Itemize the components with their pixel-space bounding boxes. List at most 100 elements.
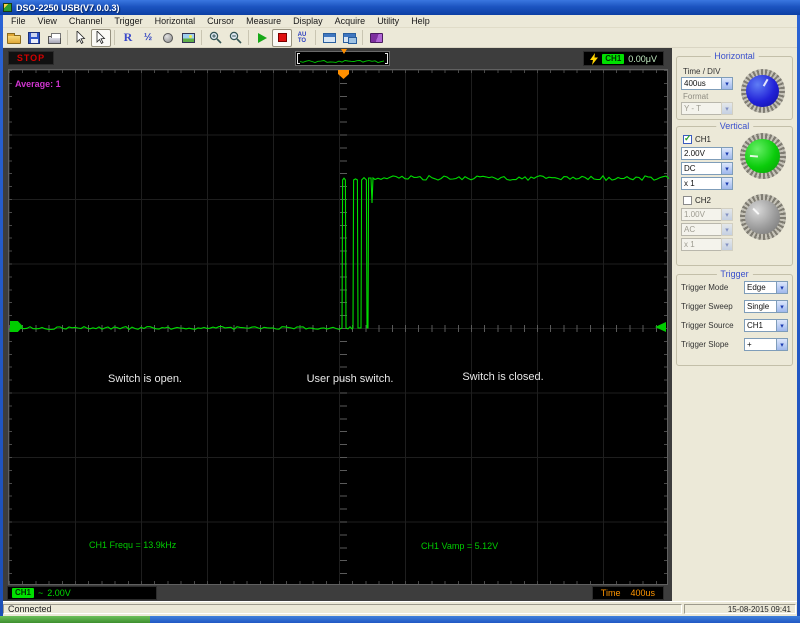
horizontal-position-knob[interactable] — [740, 69, 785, 113]
menu-item-utility[interactable]: Utility — [371, 16, 405, 26]
menu-item-view[interactable]: View — [32, 16, 63, 26]
annotation-user-push: User push switch. — [306, 373, 394, 385]
menu-item-horizontal[interactable]: Horizontal — [149, 16, 202, 26]
window-cascade-button[interactable] — [339, 29, 359, 47]
trigger-sweep-select[interactable]: Single ▾ — [744, 300, 788, 313]
window-border-left — [0, 15, 3, 616]
vertical-group: Vertical CH1 2.00V ▾ DC ▾ — [676, 121, 793, 266]
trigger-level-value: 0.00μV — [628, 53, 657, 64]
toolbar-separator — [362, 30, 363, 45]
window-layout-button[interactable] — [319, 29, 339, 47]
printer-icon — [47, 33, 61, 44]
chevron-down-icon: ▾ — [721, 238, 733, 251]
trigger-slope-label: Trigger Slope — [681, 340, 729, 349]
menu-item-acquire[interactable]: Acquire — [329, 16, 372, 26]
menu-item-channel[interactable]: Channel — [63, 16, 109, 26]
cursor-select-button[interactable] — [71, 29, 91, 47]
ch2-volts-value: 1.00V — [681, 208, 721, 221]
chevron-down-icon[interactable]: ▾ — [776, 281, 788, 294]
ch1-volts-select[interactable]: 2.00V ▾ — [681, 147, 733, 160]
start-button-sliver[interactable] — [0, 616, 150, 623]
chevron-down-icon: ▾ — [721, 223, 733, 236]
ch1-checkbox-label: CH1 — [695, 135, 712, 144]
app-icon — [3, 3, 12, 12]
self-calibration-button[interactable] — [158, 29, 178, 47]
waveform-preview[interactable] — [295, 49, 390, 66]
toolbar: R ½ AUTO — [0, 28, 800, 48]
acquisition-status: STOP — [8, 51, 54, 65]
format-value: Y - T — [681, 102, 721, 115]
ch2-coupling-select: AC ▾ — [681, 223, 733, 236]
stop-status-label: STOP — [16, 53, 46, 63]
auto-text-icon: AUTO — [297, 31, 307, 44]
time-div-select[interactable]: 400us ▾ — [681, 77, 733, 90]
trigger-source-select[interactable]: CH1 ▾ — [744, 319, 788, 332]
snapshot-button[interactable] — [178, 29, 198, 47]
menu-item-cursor[interactable]: Cursor — [201, 16, 240, 26]
cursor-track-button[interactable] — [91, 28, 111, 47]
trigger-mode-label: Trigger Mode — [681, 283, 729, 292]
trigger-group: Trigger Trigger Mode Edge ▾ Trigger Swee… — [676, 269, 793, 366]
ch1-checkbox[interactable] — [683, 133, 692, 144]
acquisition-strip: STOP CH1 0.00μV — [3, 48, 672, 69]
time-div-value: 400us — [681, 77, 721, 90]
letter-r-icon: R — [123, 30, 133, 44]
stop-button[interactable] — [272, 28, 292, 47]
help-button[interactable] — [366, 29, 386, 47]
ch1-probe-value: x 1 — [681, 177, 721, 190]
ch1-coupling-select[interactable]: DC ▾ — [681, 162, 733, 175]
ch1-probe-select[interactable]: x 1 ▾ — [681, 177, 733, 190]
chevron-down-icon: ▾ — [721, 208, 733, 221]
menu-item-trigger[interactable]: Trigger — [108, 16, 148, 26]
menu-item-help[interactable]: Help — [405, 16, 436, 26]
time-value: 400us — [630, 588, 655, 598]
chevron-down-icon[interactable]: ▾ — [721, 162, 733, 175]
print-button[interactable] — [44, 29, 64, 47]
half-icon: ½ — [143, 32, 153, 43]
ch1-badge: CH1 — [12, 588, 35, 598]
annotation-switch-open: Switch is open. — [108, 373, 182, 385]
menu-item-display[interactable]: Display — [287, 16, 329, 26]
trigger-group-title: Trigger — [716, 269, 753, 279]
chevron-down-icon[interactable]: ▾ — [776, 319, 788, 332]
autoset-button[interactable]: AUTO — [292, 29, 312, 47]
save-button[interactable] — [24, 29, 44, 47]
trigger-50-percent-button[interactable]: ½ — [138, 29, 158, 47]
ch1-position-knob[interactable] — [739, 133, 786, 179]
chevron-down-icon[interactable]: ▾ — [776, 338, 788, 351]
window-titlebar[interactable]: DSO-2250 USB(V7.0.0.3) — [0, 0, 800, 15]
volts-per-div-readout: 2.00V — [47, 588, 71, 598]
menu-item-measure[interactable]: Measure — [240, 16, 287, 26]
window-icon — [322, 32, 336, 43]
ch1-vamp-measurement: CH1 Vamp = 5.12V — [421, 541, 499, 551]
ch2-volts-select: 1.00V ▾ — [681, 208, 733, 221]
pointer-arrow-icon — [96, 31, 106, 44]
ch2-checkbox[interactable] — [683, 196, 692, 205]
menu-item-file[interactable]: File — [5, 16, 32, 26]
zoom-out-icon — [229, 31, 242, 44]
taskbar-strip — [150, 616, 800, 623]
chevron-down-icon[interactable]: ▾ — [721, 77, 733, 90]
open-button[interactable] — [4, 29, 24, 47]
refresh-button[interactable]: R — [118, 29, 138, 47]
ch2-probe-value: x 1 — [681, 238, 721, 251]
format-select: Y - T ▾ — [681, 102, 733, 115]
zoom-in-button[interactable] — [205, 29, 225, 47]
trigger-level-readout: CH1 0.00μV — [583, 51, 664, 66]
horizontal-group-title: Horizontal — [710, 51, 759, 61]
pointer-arrow-icon — [76, 31, 86, 44]
stop-square-icon — [277, 33, 287, 42]
play-icon — [257, 32, 267, 43]
trigger-slope-select[interactable]: + ▾ — [744, 338, 788, 351]
chevron-down-icon[interactable]: ▾ — [721, 177, 733, 190]
scope-area: STOP CH1 0.00μV Average: 1 Switch is ope… — [3, 48, 672, 601]
ch1-frequency-measurement: CH1 Frequ = 13.9kHz — [89, 540, 177, 550]
chevron-down-icon[interactable]: ▾ — [721, 147, 733, 160]
scope-display[interactable]: Average: 1 Switch is open. User push swi… — [8, 69, 669, 585]
trigger-mode-select[interactable]: Edge ▾ — [744, 281, 788, 294]
chevron-down-icon[interactable]: ▾ — [776, 300, 788, 313]
zoom-out-button[interactable] — [225, 29, 245, 47]
calibration-icon — [163, 32, 173, 43]
start-button[interactable] — [252, 29, 272, 47]
ch2-position-knob[interactable] — [739, 194, 786, 240]
